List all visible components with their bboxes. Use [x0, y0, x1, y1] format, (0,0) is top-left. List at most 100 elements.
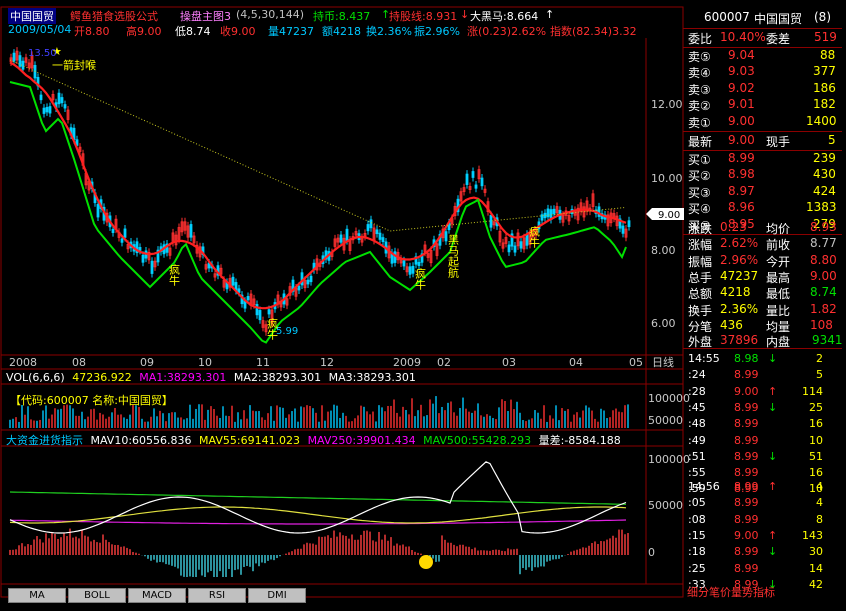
bid-volume: 424 [813, 183, 836, 198]
tab-dmi[interactable]: DMI [248, 588, 306, 603]
capital-axis-label: 50000 [648, 499, 683, 512]
price-axis-label: 10.00 [651, 172, 683, 185]
tab-rsi[interactable]: RSI [188, 588, 246, 603]
tick-price: 8.98 [734, 352, 759, 365]
tab-boll[interactable]: BOLL [68, 588, 126, 603]
stat-label: 总手 [688, 270, 713, 285]
stock-line: 持股线:8.931 [389, 10, 458, 23]
ask-price: 9.00 [728, 113, 755, 128]
low-price-label: 5.99 [276, 326, 298, 337]
ask-row: 卖③ 9.02 186 [686, 81, 839, 97]
volume-ma2: MA2:38293.301 [233, 371, 322, 384]
tick-volume: 114 [802, 384, 823, 398]
stock-name[interactable]: 中国国贸 [8, 8, 56, 24]
info-change: 涨(0.23)2.62% [467, 25, 547, 38]
stat-label: 换手 [688, 303, 713, 318]
candle-body [471, 171, 475, 178]
hand-label: 现手 [766, 135, 791, 149]
stat-value: 9.00 [810, 268, 837, 283]
candle-body [60, 97, 64, 104]
candle-body [57, 92, 61, 105]
stock-arrow: ↓ [460, 8, 470, 21]
candle-body [345, 228, 349, 242]
price-axis-label: 6.00 [651, 317, 676, 330]
peak-label: 一箭封喉 [52, 58, 96, 72]
tick-volume: 16 [809, 466, 823, 480]
candle-body [489, 214, 493, 228]
tick-volume: 2 [816, 352, 823, 365]
volume-axis-label: 50000 [648, 414, 683, 427]
quote-bottom-tabs[interactable]: 细分笔价量势指标 [687, 584, 840, 598]
capital-mav10: MAV10:60556.836 [90, 434, 192, 447]
stat-value: 8.74 [810, 285, 837, 300]
candle-body [381, 237, 385, 242]
candle-body [255, 304, 259, 316]
formula-name: 鳄鱼猎食选股公式 [70, 10, 158, 23]
candle-body [39, 94, 43, 101]
candle-body [297, 285, 301, 291]
outer-value: 37896 [720, 333, 759, 347]
candle-body [120, 238, 124, 243]
candle-body [21, 60, 25, 70]
tick-direction: ↑ [768, 528, 778, 542]
tab-macd[interactable]: MACD [128, 588, 186, 603]
time-axis: 2008 08 09 10 11 12 2009 02 03 04 05 日线 [9, 355, 674, 369]
bid-price: 8.96 [728, 200, 755, 215]
tick-row: 14:56 8.99 ↑ 4 [686, 480, 839, 494]
code-label: 【代码:600007 名称:中国国贸】 [10, 394, 173, 407]
time-axis-label: 2008 [9, 356, 37, 369]
tick-row: :55 8.99 16 [686, 466, 839, 480]
candle-body [474, 184, 478, 189]
tick-price: 8.99 [734, 433, 759, 447]
inner-value: 9341 [812, 333, 843, 347]
candle-body [42, 107, 46, 114]
volume-legend: VOL(6,6,6) 47236.922 MA1:38293.301 MA2:3… [6, 371, 416, 384]
big-horse-arrow: ↑ [545, 8, 555, 21]
capital-lines [9, 461, 627, 534]
ask-volume: 88 [820, 48, 836, 62]
tick-time: :51 [688, 449, 706, 463]
tick-price: 8.99 [734, 466, 759, 480]
tick-volume: 4 [816, 480, 823, 493]
main-chart-params: (4,5,30,144) [236, 8, 305, 21]
tick-row: 14:55 8.98 ↓ 2 [686, 352, 839, 366]
stat-value: 4218 [720, 285, 751, 300]
time-axis-label: 09 [140, 356, 154, 369]
tick-volume: 5 [816, 368, 823, 382]
last-price-row: 最新 9.00 现手 5 [686, 133, 839, 149]
tick-volume: 14 [809, 561, 823, 575]
bid-row: 买④ 8.96 1383 [686, 200, 839, 216]
candle-body [519, 241, 523, 249]
stat-label: 振幅 [688, 254, 713, 269]
tick-price: 8.99 [734, 561, 759, 575]
candle-body [369, 219, 373, 229]
tab-ma[interactable]: MA [8, 588, 66, 603]
tick-price: 8.99 [734, 496, 759, 510]
candle-body [258, 310, 262, 321]
candle-body [150, 260, 154, 274]
last-value: 9.00 [728, 133, 755, 147]
smiley-icon [419, 555, 433, 569]
candle-body [417, 261, 421, 266]
tick-direction: ↓ [768, 352, 778, 365]
tick-row: :08 8.99 8 [686, 513, 839, 527]
tick-direction: ↓ [768, 449, 778, 463]
info-bar: 2009/05/04 开8.80 高9.00 低8.74 收9.00 量4723… [0, 23, 683, 38]
long-average-curve [9, 59, 627, 232]
big-horse: 大黑马:8.664 [470, 10, 539, 23]
bid-label: 买① [688, 153, 711, 167]
tick-volume: 51 [809, 449, 823, 463]
tick-time: :08 [688, 512, 706, 526]
candle-body [366, 224, 370, 232]
info-date: 2009/05/04 [8, 23, 72, 36]
quote-suffix: (8) [814, 10, 831, 24]
candle-body [309, 275, 313, 283]
stat-label: 均价 [766, 222, 791, 236]
ask-price: 9.02 [728, 80, 755, 95]
candle-body [18, 55, 22, 67]
info-close: 收9.00 [220, 25, 256, 38]
stat-value: 2.36% [720, 301, 759, 316]
stat-label: 最高 [766, 270, 791, 285]
price-axis-label: 12.00 [651, 98, 683, 111]
stat-label: 最低 [766, 287, 791, 302]
